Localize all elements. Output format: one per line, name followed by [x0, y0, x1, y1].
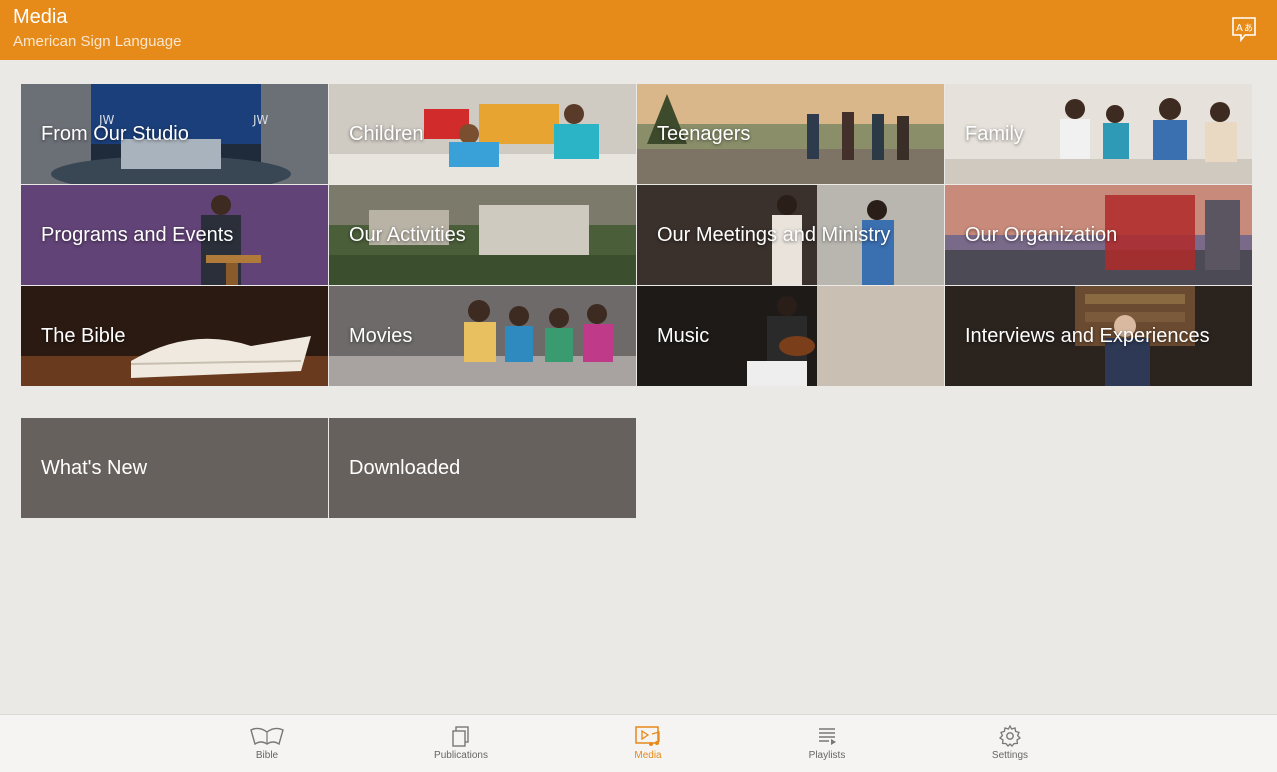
tile-label: Our Organization [965, 223, 1118, 246]
playlists-icon [819, 728, 836, 745]
nav-label: Playlists [808, 750, 846, 761]
nav-label: Media [634, 750, 662, 761]
category-tile-music[interactable]: Music [637, 286, 944, 386]
category-tile-our-activities[interactable]: Our Activities [329, 185, 636, 285]
app-header: Media American Sign Language A あ [0, 0, 1277, 60]
nav-label: Publications [434, 750, 488, 761]
category-tile-family[interactable]: Family [945, 84, 1252, 184]
category-tile-programs-and-events[interactable]: Programs and Events [21, 185, 328, 285]
category-grid: JW JW From Our Studio Children Teenagers… [21, 84, 1252, 386]
tile-label: What's New [41, 456, 148, 479]
language-subtitle: American Sign Language [13, 33, 182, 50]
tile-label: Our Meetings and Ministry [657, 223, 891, 246]
tile-label: Programs and Events [41, 223, 234, 246]
settings-icon [998, 724, 1022, 747]
tile-label: The Bible [41, 324, 126, 347]
language-icon: A あ [1232, 17, 1256, 42]
tile-label: From Our Studio [41, 122, 189, 145]
category-tile-the-bible[interactable]: The Bible [21, 286, 328, 386]
bottom-navigation: Bible Publications Media Playlists Setti… [0, 714, 1277, 772]
page-title: Media [13, 6, 68, 28]
tile-label: Interviews and Experiences [965, 324, 1210, 347]
nav-item-publications[interactable]: Publications [401, 715, 521, 772]
nav-item-media[interactable]: Media [588, 715, 708, 772]
tile-label: Downloaded [349, 456, 461, 479]
tile-label: Family [965, 122, 1024, 145]
category-tile-teenagers[interactable]: Teenagers [637, 84, 944, 184]
tile-label: Our Activities [349, 223, 466, 246]
tile-label: Children [349, 122, 424, 145]
extra-tiles: What's New Downloaded [21, 418, 636, 518]
category-tile-interviews-and-experiences[interactable]: Interviews and Experiences [945, 286, 1252, 386]
nav-item-settings[interactable]: Settings [950, 715, 1070, 772]
category-tile-from-our-studio[interactable]: JW JW From Our Studio [21, 84, 328, 184]
publications-icon [452, 726, 469, 747]
whats-new-tile[interactable]: What's New [21, 418, 328, 518]
category-tile-our-meetings-and-ministry[interactable]: Our Meetings and Ministry [637, 185, 944, 285]
tile-label: Teenagers [657, 122, 751, 145]
downloaded-tile[interactable]: Downloaded [329, 418, 636, 518]
language-button[interactable]: A あ [1231, 16, 1257, 42]
category-tile-movies[interactable]: Movies [329, 286, 636, 386]
svg-text:JW: JW [252, 113, 269, 127]
nav-item-playlists[interactable]: Playlists [767, 715, 887, 772]
tile-label: Music [657, 324, 710, 347]
media-icon [635, 726, 660, 746]
category-tile-children[interactable]: Children [329, 84, 636, 184]
category-tile-our-organization[interactable]: Our Organization [945, 185, 1252, 285]
tile-label: Movies [349, 324, 413, 347]
nav-label: Settings [991, 750, 1029, 761]
svg-text:あ: あ [1244, 23, 1253, 34]
nav-item-bible[interactable]: Bible [207, 715, 327, 772]
nav-label: Bible [255, 750, 279, 761]
bible-icon [250, 727, 284, 746]
svg-text:A: A [1236, 23, 1243, 34]
